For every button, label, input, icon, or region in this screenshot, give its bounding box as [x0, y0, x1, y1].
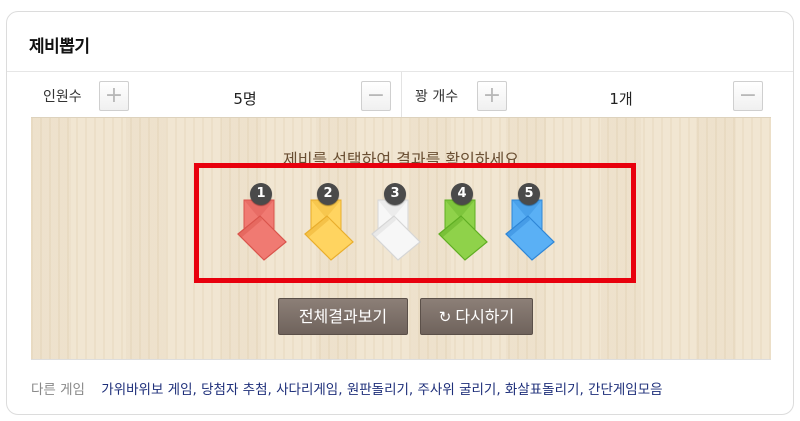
people-count-value: 5명 [233, 90, 257, 108]
retry-label: 다시하기 [455, 307, 515, 326]
other-game-link[interactable]: 화살표돌리기 [505, 382, 580, 398]
lot-number-badge: 4 [451, 183, 473, 205]
blank-count-value: 1개 [609, 90, 633, 108]
card-title: 제비뽑기 [29, 37, 90, 57]
other-games-label: 다른 게임 [31, 382, 85, 398]
lot-number-badge: 1 [250, 183, 272, 205]
lottery-card: 제비뽑기 인원수 + 5명 − 꽝 개수 + 1개 − 제비를 선택하여 결과를… [6, 11, 794, 415]
footer-divider [31, 359, 771, 360]
lottery-board: 제비를 선택하여 결과를 확인하세요 12345 전체결과보기 ↻ 다시하기 [31, 117, 771, 359]
link-separator: , [338, 382, 347, 398]
other-games-links: 가위바위보 게임, 당첨자 추첨, 사다리게임, 원판돌리기, 주사위 굴리기,… [101, 382, 662, 398]
link-separator: , [267, 382, 277, 398]
other-game-link[interactable]: 당첨자 추첨 [201, 382, 267, 398]
refresh-icon: ↻ [438, 308, 452, 326]
other-game-link[interactable]: 가위바위보 게임 [101, 382, 192, 398]
link-separator: , [192, 382, 202, 398]
other-game-link[interactable]: 사다리게임 [276, 382, 338, 398]
other-game-link[interactable]: 원판돌리기 [347, 382, 409, 398]
people-minus-button[interactable]: − [361, 81, 391, 111]
lot-5[interactable]: 5 [502, 180, 558, 268]
people-count-label: 인원수 [43, 89, 82, 105]
lot-2[interactable]: 2 [301, 180, 357, 268]
action-buttons: 전체결과보기 ↻ 다시하기 [31, 298, 771, 338]
people-plus-button[interactable]: + [99, 81, 129, 111]
lot-1[interactable]: 1 [234, 180, 290, 268]
blank-plus-button[interactable]: + [477, 81, 507, 111]
show-all-results-button[interactable]: 전체결과보기 [278, 298, 408, 335]
other-game-link[interactable]: 간단게임모음 [588, 382, 663, 398]
other-games: 다른 게임 가위바위보 게임, 당첨자 추첨, 사다리게임, 원판돌리기, 주사… [31, 378, 663, 398]
lot-number-badge: 5 [518, 183, 540, 205]
control-separator [401, 72, 402, 118]
lot-number-badge: 3 [384, 183, 406, 205]
link-separator: , [408, 382, 418, 398]
lot-3[interactable]: 3 [368, 180, 424, 268]
retry-button[interactable]: ↻ 다시하기 [420, 298, 533, 335]
lot-number-badge: 2 [317, 183, 339, 205]
link-separator: , [496, 382, 505, 398]
blank-count-label: 꽝 개수 [415, 89, 459, 105]
other-game-link[interactable]: 주사위 굴리기 [418, 382, 497, 398]
lot-4[interactable]: 4 [435, 180, 491, 268]
blank-minus-button[interactable]: − [733, 81, 763, 111]
control-row: 인원수 + 5명 − 꽝 개수 + 1개 − [31, 72, 771, 118]
link-separator: , [579, 382, 589, 398]
